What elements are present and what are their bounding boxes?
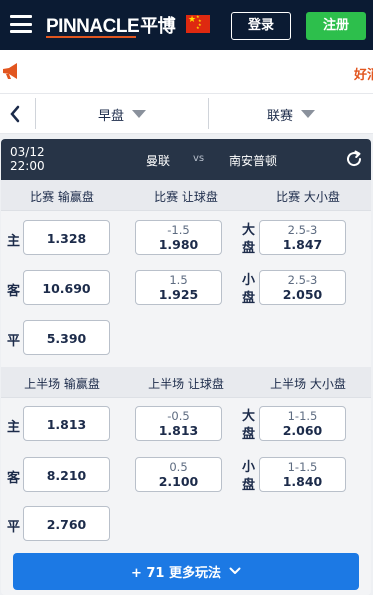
- firsthalf-handicap-home-odds[interactable]: -0.5 1.813: [135, 406, 222, 441]
- totals-line: 2.5-3: [287, 223, 318, 237]
- refresh-icon[interactable]: [345, 150, 363, 172]
- firsthalf-handicap-away-odds[interactable]: 0.5 2.100: [135, 457, 222, 492]
- login-button[interactable]: 登录: [231, 12, 291, 40]
- odds-price: 1.925: [158, 287, 199, 302]
- firsthalf-section-header: 上半场 输赢盘 上半场 让球盘 上半场 大小盘: [1, 367, 371, 398]
- odds-price: 10.690: [42, 281, 91, 296]
- handicap-line: -0.5: [167, 409, 190, 423]
- filter-bar: 早盘 联赛: [0, 94, 373, 134]
- more-markets-label: + 71 更多玩法: [130, 566, 222, 581]
- totals-line: 1-1.5: [287, 409, 318, 423]
- period-label: 早盘: [97, 108, 124, 124]
- league-dropdown[interactable]: 联赛: [209, 94, 373, 134]
- match-datetime: 03/12 22:00: [10, 145, 45, 173]
- odds-price: 1.813: [158, 423, 199, 438]
- fulltime-moneyline-header: 比赛 输赢盘: [30, 190, 94, 204]
- fulltime-away-odds[interactable]: 10.690: [23, 270, 110, 305]
- firsthalf-home-odds[interactable]: 1.813: [23, 406, 110, 441]
- caret-down-icon: [301, 110, 315, 118]
- vs-label: vs: [193, 153, 205, 164]
- odds-price: 5.390: [46, 331, 87, 346]
- away-team: 南安普顿: [229, 154, 278, 168]
- over-label-top: 大: [242, 223, 256, 238]
- firsthalf-moneyline-header: 上半场 输赢盘: [24, 377, 100, 391]
- firsthalf-over-odds[interactable]: 1-1.5 2.060: [259, 406, 346, 441]
- odds-price: 1.328: [46, 231, 87, 246]
- over-label: 大 盘: [242, 408, 256, 444]
- odds-price: 2.060: [282, 423, 323, 438]
- under-label-top: 小: [242, 460, 256, 475]
- over-label-top: 大: [242, 409, 256, 424]
- top-bar: PINNACLE平博 ★ ★ ★ ★ ★ 登录 注册: [0, 0, 373, 50]
- under-label-bottom: 盘: [242, 291, 256, 306]
- odds-price: 1.847: [282, 237, 323, 252]
- away-label: 客: [7, 284, 21, 299]
- fulltime-handicap-header: 比赛 让球盘: [154, 190, 218, 204]
- odds-price: 1.813: [46, 417, 87, 432]
- fulltime-home-odds[interactable]: 1.328: [23, 220, 110, 255]
- under-label-bottom: 盘: [242, 478, 256, 493]
- firsthalf-away-odds[interactable]: 8.210: [23, 457, 110, 492]
- period-dropdown[interactable]: 早盘: [36, 94, 208, 134]
- caret-down-icon: [132, 110, 146, 118]
- odds-price: 2.760: [46, 517, 87, 532]
- fulltime-draw-odds[interactable]: 5.390: [23, 320, 110, 355]
- over-label-bottom: 盘: [242, 241, 256, 256]
- odds-price: 2.050: [282, 287, 323, 302]
- handicap-line: 0.5: [169, 460, 188, 474]
- megaphone-icon: [1, 61, 23, 85]
- logo-underline: [46, 36, 136, 38]
- handicap-line: -1.5: [167, 223, 190, 237]
- fulltime-section-header: 比赛 输赢盘 比赛 让球盘 比赛 大小盘: [1, 180, 371, 211]
- totals-line: 2.5-3: [287, 273, 318, 287]
- over-label-bottom: 盘: [242, 427, 256, 442]
- announcement-bar[interactable]: 好消: [0, 50, 373, 94]
- more-markets-button[interactable]: + 71 更多玩法: [13, 553, 359, 590]
- league-label: 联赛: [266, 108, 293, 124]
- firsthalf-draw-odds[interactable]: 2.760: [23, 506, 110, 541]
- match-time: 22:00: [10, 159, 45, 173]
- totals-line: 1-1.5: [287, 460, 318, 474]
- menu-icon[interactable]: [10, 15, 32, 33]
- home-label: 主: [7, 234, 21, 249]
- handicap-line: 1.5: [169, 273, 188, 287]
- match-header: 03/12 22:00 曼联 vs 南安普顿: [1, 139, 371, 180]
- firsthalf-handicap-header: 上半场 让球盘: [148, 377, 224, 391]
- match-card: 03/12 22:00 曼联 vs 南安普顿 比赛 输赢盘 比赛 让球盘 比赛 …: [1, 139, 371, 595]
- fulltime-under-odds[interactable]: 2.5-3 2.050: [259, 270, 346, 305]
- under-label-top: 小: [242, 273, 256, 288]
- odds-price: 8.210: [46, 468, 87, 483]
- match-date: 03/12: [10, 145, 45, 159]
- under-label: 小 盘: [242, 272, 256, 308]
- draw-label: 平: [7, 520, 21, 535]
- fulltime-handicap-home-odds[interactable]: -1.5 1.980: [135, 220, 222, 255]
- back-chevron-icon[interactable]: [9, 105, 21, 127]
- fulltime-handicap-away-odds[interactable]: 1.5 1.925: [135, 270, 222, 305]
- china-flag-icon[interactable]: ★ ★ ★ ★ ★: [186, 15, 210, 33]
- under-label: 小 盘: [242, 459, 256, 495]
- over-label: 大 盘: [242, 222, 256, 258]
- brand-logo[interactable]: PINNACLE平博: [46, 12, 176, 38]
- announcement-text: 好消: [354, 68, 373, 83]
- logo-cn-text: 平博: [140, 16, 176, 36]
- fulltime-totals-header: 比赛 大小盘: [276, 190, 340, 204]
- odds-price: 1.840: [282, 474, 323, 489]
- draw-label: 平: [7, 334, 21, 349]
- odds-price: 1.980: [158, 237, 199, 252]
- away-label: 客: [7, 471, 21, 486]
- home-team: 曼联: [146, 154, 171, 168]
- firsthalf-totals-header: 上半场 大小盘: [270, 377, 346, 391]
- firsthalf-under-odds[interactable]: 1-1.5 1.840: [259, 457, 346, 492]
- chevron-down-icon: [229, 564, 241, 579]
- register-button[interactable]: 注册: [306, 12, 366, 40]
- odds-price: 2.100: [158, 474, 199, 489]
- logo-text: PINNACLE: [46, 16, 140, 37]
- fulltime-over-odds[interactable]: 2.5-3 1.847: [259, 220, 346, 255]
- home-label: 主: [7, 420, 21, 435]
